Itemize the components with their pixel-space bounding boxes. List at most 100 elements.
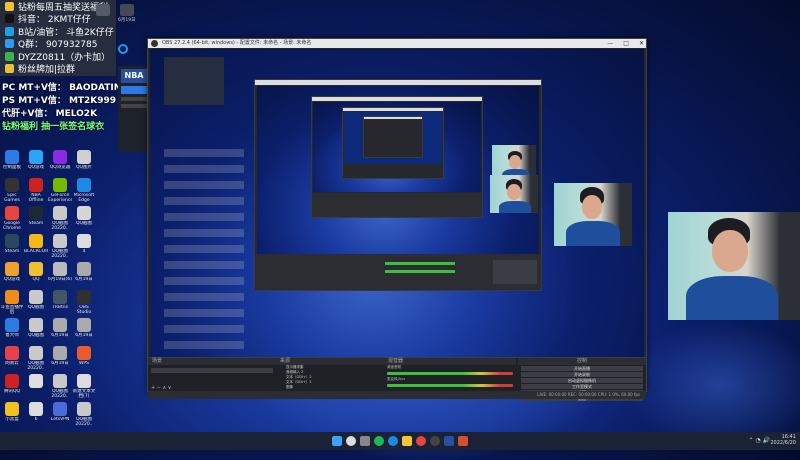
desktop-icon[interactable]: TRBtns bbox=[48, 290, 72, 315]
nba-window-thumb[interactable]: NBA bbox=[118, 66, 150, 152]
scenes-panel[interactable]: 场景 + − ∧ ∨ bbox=[148, 358, 277, 392]
task-view-icon[interactable] bbox=[360, 436, 370, 446]
control-button[interactable]: 开始录制 bbox=[521, 372, 643, 377]
desktop-icon[interactable]: 斗鱼直播伴侣 bbox=[0, 290, 24, 315]
desktop-icon-image bbox=[53, 402, 67, 416]
desktop-icon[interactable]: 网易云 bbox=[0, 346, 24, 371]
maximize-button[interactable]: □ bbox=[623, 39, 629, 48]
obs-title-text: OBS 27.2.4 (64-bit, windows) - 配置文件: 未命名… bbox=[162, 40, 312, 46]
desktop-icon[interactable]: NBA Offline bbox=[24, 178, 48, 203]
desktop-icon[interactable]: QQ bbox=[24, 262, 48, 287]
desktop-icon[interactable]: 鲁大师 bbox=[0, 318, 24, 343]
desktop-icon[interactable]: Microsoft Edge bbox=[72, 178, 96, 203]
obs-titlebar[interactable]: OBS 27.2.4 (64-bit, windows) - 配置文件: 未命名… bbox=[148, 39, 646, 48]
desktop-icon[interactable]: QQ截图20220.. bbox=[48, 234, 72, 259]
desktop-thumb-2[interactable] bbox=[120, 4, 134, 16]
control-button[interactable]: 启动虚拟摄像机 bbox=[521, 378, 643, 383]
desktop-icon[interactable]: 6 bbox=[24, 402, 48, 427]
clock[interactable]: 16:41 2022/6/20 bbox=[770, 434, 796, 446]
desktop-icon[interactable]: QQ截图20220.. bbox=[48, 374, 72, 399]
desktop-icon-label: 斗鱼直播伴侣 bbox=[0, 305, 24, 315]
desktop-icon-label: QQ截图 bbox=[27, 305, 45, 310]
desktop-icon-image bbox=[5, 290, 19, 304]
desktop-icon-label: 6月19日 bbox=[51, 361, 69, 366]
desktop-icon-image bbox=[5, 402, 19, 416]
desktop-icon[interactable]: Steam bbox=[24, 206, 48, 231]
nba-taskbar-icon[interactable] bbox=[444, 436, 454, 446]
desktop-icon[interactable] bbox=[24, 374, 48, 399]
source-item[interactable]: 图像 bbox=[276, 385, 384, 390]
desktop-icon[interactable]: BLACKCORE bbox=[24, 234, 48, 259]
app-icon-circle[interactable] bbox=[118, 44, 128, 54]
desktop-icon[interactable]: QQ截图 bbox=[24, 290, 48, 315]
desktop-icon[interactable]: 6月19日 bbox=[72, 262, 96, 287]
search-icon[interactable] bbox=[346, 436, 356, 446]
obs-taskbar-icon[interactable] bbox=[430, 436, 440, 446]
nested-webcam-2 bbox=[490, 175, 538, 213]
desktop-icon-image bbox=[77, 206, 91, 220]
spotify-icon[interactable] bbox=[374, 436, 384, 446]
explorer-icon[interactable] bbox=[402, 436, 412, 446]
desktop-icon[interactable]: QQ游戏 bbox=[0, 262, 24, 287]
desktop-icon[interactable]: QQ截图20220.. bbox=[24, 346, 48, 371]
nested-icon-column bbox=[164, 149, 244, 349]
tray-icons[interactable]: ⌃ ◔ 🔊 bbox=[748, 437, 770, 444]
desktop-icon-image bbox=[53, 290, 67, 304]
desktop-icon[interactable]: 腾讯QQ bbox=[0, 374, 24, 399]
app-taskbar-icon[interactable] bbox=[458, 436, 468, 446]
sources-panel[interactable]: 来源 显示器采集 音频输入 2 文本（GDI+）2 文本（GDI+）1 图像 bbox=[276, 358, 385, 392]
desktop-icon[interactable]: WPS bbox=[72, 346, 96, 371]
desktop-icon-image bbox=[53, 234, 67, 248]
desktop-icon-label: TRBtns bbox=[52, 305, 68, 310]
desktop-icon-label: 4 bbox=[82, 249, 86, 254]
desktop-icon[interactable]: Steam bbox=[0, 234, 24, 259]
nested-overlay bbox=[164, 57, 224, 105]
desktop-icon-label: 控制面板 bbox=[3, 165, 21, 170]
desktop-icon[interactable]: QQ游戏 bbox=[24, 150, 48, 175]
edge-icon[interactable] bbox=[388, 436, 398, 446]
control-button[interactable]: 工作室模式 bbox=[521, 384, 643, 389]
start-icon[interactable] bbox=[332, 436, 342, 446]
desktop-icon-label: QQ截图 bbox=[75, 221, 93, 226]
desktop-icon-label: QQ bbox=[32, 277, 40, 282]
desktop-icon[interactable]: LetsVPN bbox=[48, 402, 72, 427]
desktop-icon[interactable]: Epic Games Launcher bbox=[0, 178, 24, 203]
desktop-icon[interactable]: 6月19日(6) bbox=[48, 262, 72, 287]
desktop-icon[interactable]: GeForce Experience bbox=[48, 178, 72, 203]
desktop-icon-image bbox=[53, 262, 67, 276]
desktop-icon-image bbox=[29, 374, 43, 388]
desktop-icon-image bbox=[77, 290, 91, 304]
desktop-icon[interactable]: 控制面板 bbox=[0, 150, 24, 175]
obs-status-bar: LIVE: 00:00:00 REC: 00:00:00 CPU: 1.0%, … bbox=[148, 391, 646, 399]
desktop-icon-label: QQ图片 bbox=[75, 165, 93, 170]
minimize-button[interactable]: — bbox=[607, 39, 613, 48]
desktop-icon[interactable]: QQ截图 bbox=[24, 318, 48, 343]
mixer-panel[interactable]: 混音器 桌面音频 麦克风/Aux bbox=[384, 358, 517, 392]
desktop-icon-image bbox=[5, 150, 19, 164]
control-button[interactable]: 开始直播 bbox=[521, 366, 643, 371]
desktop-icon[interactable]: QQ截图20220.. bbox=[72, 402, 96, 427]
overlay-line: Q群： 907932785 bbox=[0, 38, 116, 50]
desktop-icon[interactable]: QQ图片 bbox=[72, 150, 96, 175]
desktop-icon[interactable]: OBS Studio bbox=[72, 290, 96, 315]
desktop-icon[interactable]: QQ浏览器 bbox=[48, 150, 72, 175]
desktop-icon[interactable]: 6月19日 bbox=[48, 346, 72, 371]
desktop-icon[interactable]: 4 bbox=[72, 234, 96, 259]
desktop-icon-image bbox=[53, 374, 67, 388]
mixer-meter-desktop bbox=[387, 372, 513, 375]
close-button[interactable]: ✕ bbox=[639, 39, 644, 48]
chrome-icon[interactable] bbox=[416, 436, 426, 446]
desktop-icon[interactable]: QQ截图 bbox=[72, 206, 96, 231]
desktop-thumb-2-label: 6月19日 bbox=[118, 18, 136, 23]
desktop-icon[interactable]: 新建文本文档(7) bbox=[72, 374, 96, 399]
desktop-icon[interactable]: 小黑盒 bbox=[0, 402, 24, 427]
desktop-icon[interactable]: Google Chrome bbox=[0, 206, 24, 231]
desktop-icon[interactable]: 6月19日 bbox=[48, 318, 72, 343]
desktop-icon-image bbox=[77, 262, 91, 276]
desktop-icon-label: 6月19日 bbox=[75, 277, 93, 282]
desktop-thumb-1[interactable] bbox=[96, 4, 110, 16]
desktop-icon-image bbox=[5, 318, 19, 332]
controls-panel[interactable]: 控制 开始直播开始录制启动虚拟摄像机工作室模式设置退出 bbox=[518, 358, 646, 401]
desktop-icon[interactable]: QQ截图20220.. bbox=[48, 206, 72, 231]
desktop-icon[interactable]: 6月19日 bbox=[72, 318, 96, 343]
